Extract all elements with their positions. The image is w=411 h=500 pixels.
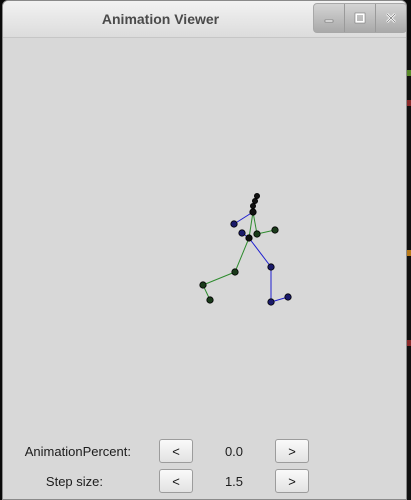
joint-chestL bbox=[238, 229, 246, 237]
joint-head3 bbox=[249, 202, 256, 209]
maximize-icon bbox=[354, 12, 366, 24]
joint-footL2 bbox=[206, 296, 214, 304]
close-icon bbox=[386, 13, 396, 23]
animation-percent-row: AnimationPercent: < 0.0 > bbox=[3, 439, 406, 465]
joint-elbowR bbox=[271, 226, 279, 234]
joint-shoulderL bbox=[230, 220, 238, 228]
bone-hip-kneeR bbox=[248, 237, 272, 268]
step-size-increase-button[interactable]: > bbox=[275, 469, 309, 493]
animation-controls: AnimationPercent: < 0.0 > Step size: < 1… bbox=[3, 439, 406, 499]
animation-percent-decrease-button[interactable]: < bbox=[159, 439, 193, 463]
animation-percent-label: AnimationPercent: bbox=[24, 444, 131, 459]
window-controls bbox=[313, 3, 406, 33]
maximize-button[interactable] bbox=[345, 4, 376, 32]
step-size-value: 1.5 bbox=[224, 474, 244, 489]
desktop-background bbox=[407, 40, 411, 500]
joint-shoulderR bbox=[253, 230, 261, 238]
joint-footL1 bbox=[199, 281, 207, 289]
joint-ankleR bbox=[267, 298, 275, 306]
bone-neck-hip bbox=[248, 211, 254, 239]
title-bar[interactable]: Animation Viewer bbox=[3, 1, 406, 38]
step-size-row: Step size: < 1.5 > bbox=[3, 469, 406, 495]
skeleton-figure bbox=[199, 192, 292, 306]
animation-canvas[interactable] bbox=[3, 38, 406, 433]
joint-neck bbox=[249, 208, 257, 216]
joint-kneeL bbox=[231, 268, 239, 276]
joint-head1 bbox=[253, 192, 260, 199]
window-title: Animation Viewer bbox=[101, 11, 220, 27]
close-button[interactable] bbox=[376, 4, 406, 32]
minimize-icon bbox=[324, 19, 334, 23]
bone-hip-kneeL bbox=[234, 237, 250, 273]
bone-kneeL-footL1 bbox=[202, 271, 236, 286]
step-size-decrease-button[interactable]: < bbox=[159, 469, 193, 493]
joint-footR bbox=[284, 293, 292, 301]
animation-percent-increase-button[interactable]: > bbox=[275, 439, 309, 463]
step-size-label: Step size: bbox=[45, 474, 103, 489]
minimize-button[interactable] bbox=[314, 4, 345, 32]
joint-hip bbox=[245, 234, 253, 242]
joint-kneeR bbox=[267, 263, 275, 271]
joint-head2 bbox=[251, 197, 258, 204]
animation-viewer-window: Animation Viewer AnimationPercent: < 0.0… bbox=[2, 0, 407, 500]
animation-percent-value: 0.0 bbox=[224, 444, 244, 459]
